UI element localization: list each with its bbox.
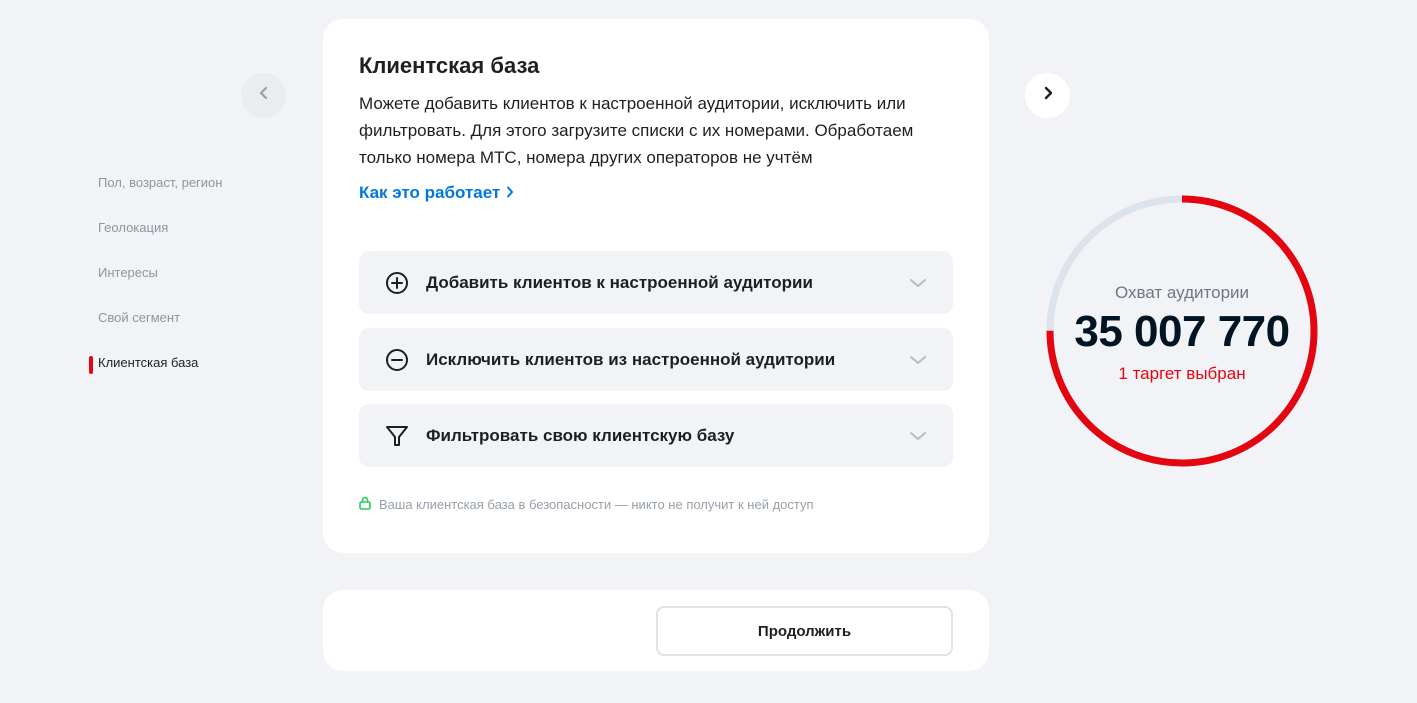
accordion-add-clients[interactable]: Добавить клиентов к настроенной аудитори… (359, 251, 953, 314)
accordion-filter-clients-label: Фильтровать свою клиентскую базу (426, 425, 735, 445)
audience-reach-widget: Охват аудитории 35 007 770 1 таргет выбр… (1043, 192, 1321, 470)
client-base-card: Клиентская база Можете добавить клиентов… (323, 19, 989, 553)
accordion-filter-clients[interactable]: Фильтровать свою клиентскую базу (359, 404, 953, 467)
chevron-down-icon (909, 427, 927, 445)
how-it-works-link[interactable]: Как это работает (359, 181, 514, 205)
chevron-right-icon (1042, 86, 1054, 105)
security-note: Ваша клиентская база в безопасности — ни… (359, 496, 953, 513)
reach-label: Охват аудитории (1114, 283, 1250, 302)
chevron-right-icon (506, 181, 514, 205)
chevron-down-icon (909, 351, 927, 369)
side-nav: Пол, возраст, регион Геолокация Интересы… (89, 170, 289, 395)
how-it-works-label: Как это работает (359, 183, 501, 202)
chevron-down-icon (909, 274, 927, 292)
side-nav-item-client-base[interactable]: Клиентская база (89, 350, 289, 395)
side-nav-item-geolocation[interactable]: Геолокация (89, 215, 289, 260)
side-nav-item-own-segment[interactable]: Свой сегмент (89, 305, 289, 350)
next-button[interactable] (1025, 73, 1070, 118)
side-nav-item-interests[interactable]: Интересы (89, 260, 289, 305)
reach-targets-selected: 1 таргет выбран (1118, 364, 1246, 383)
side-nav-item-gender-age-region[interactable]: Пол, возраст, регион (89, 170, 289, 215)
card-description: Можете добавить клиентов к настроенной а… (359, 94, 914, 167)
lock-icon (359, 496, 371, 513)
card-title: Клиентская база (359, 53, 540, 78)
continue-button[interactable]: Продолжить (656, 606, 953, 656)
prev-button[interactable] (241, 73, 286, 118)
chevron-left-icon (258, 86, 270, 105)
reach-value: 35 007 770 (1074, 307, 1290, 356)
accordion-add-clients-label: Добавить клиентов к настроенной аудитори… (426, 272, 813, 292)
minus-circle-icon (385, 348, 409, 372)
security-note-text: Ваша клиентская база в безопасности — ни… (379, 497, 814, 512)
reach-text: Охват аудитории 35 007 770 1 таргет выбр… (1043, 192, 1321, 470)
accordion-list: Добавить клиентов к настроенной аудитори… (359, 251, 953, 467)
filter-icon (385, 424, 409, 448)
plus-circle-icon (385, 271, 409, 295)
accordion-exclude-clients[interactable]: Исключить клиентов из настроенной аудито… (359, 328, 953, 391)
bottom-action-card: Продолжить (323, 590, 989, 671)
accordion-exclude-clients-label: Исключить клиентов из настроенной аудито… (426, 349, 836, 369)
